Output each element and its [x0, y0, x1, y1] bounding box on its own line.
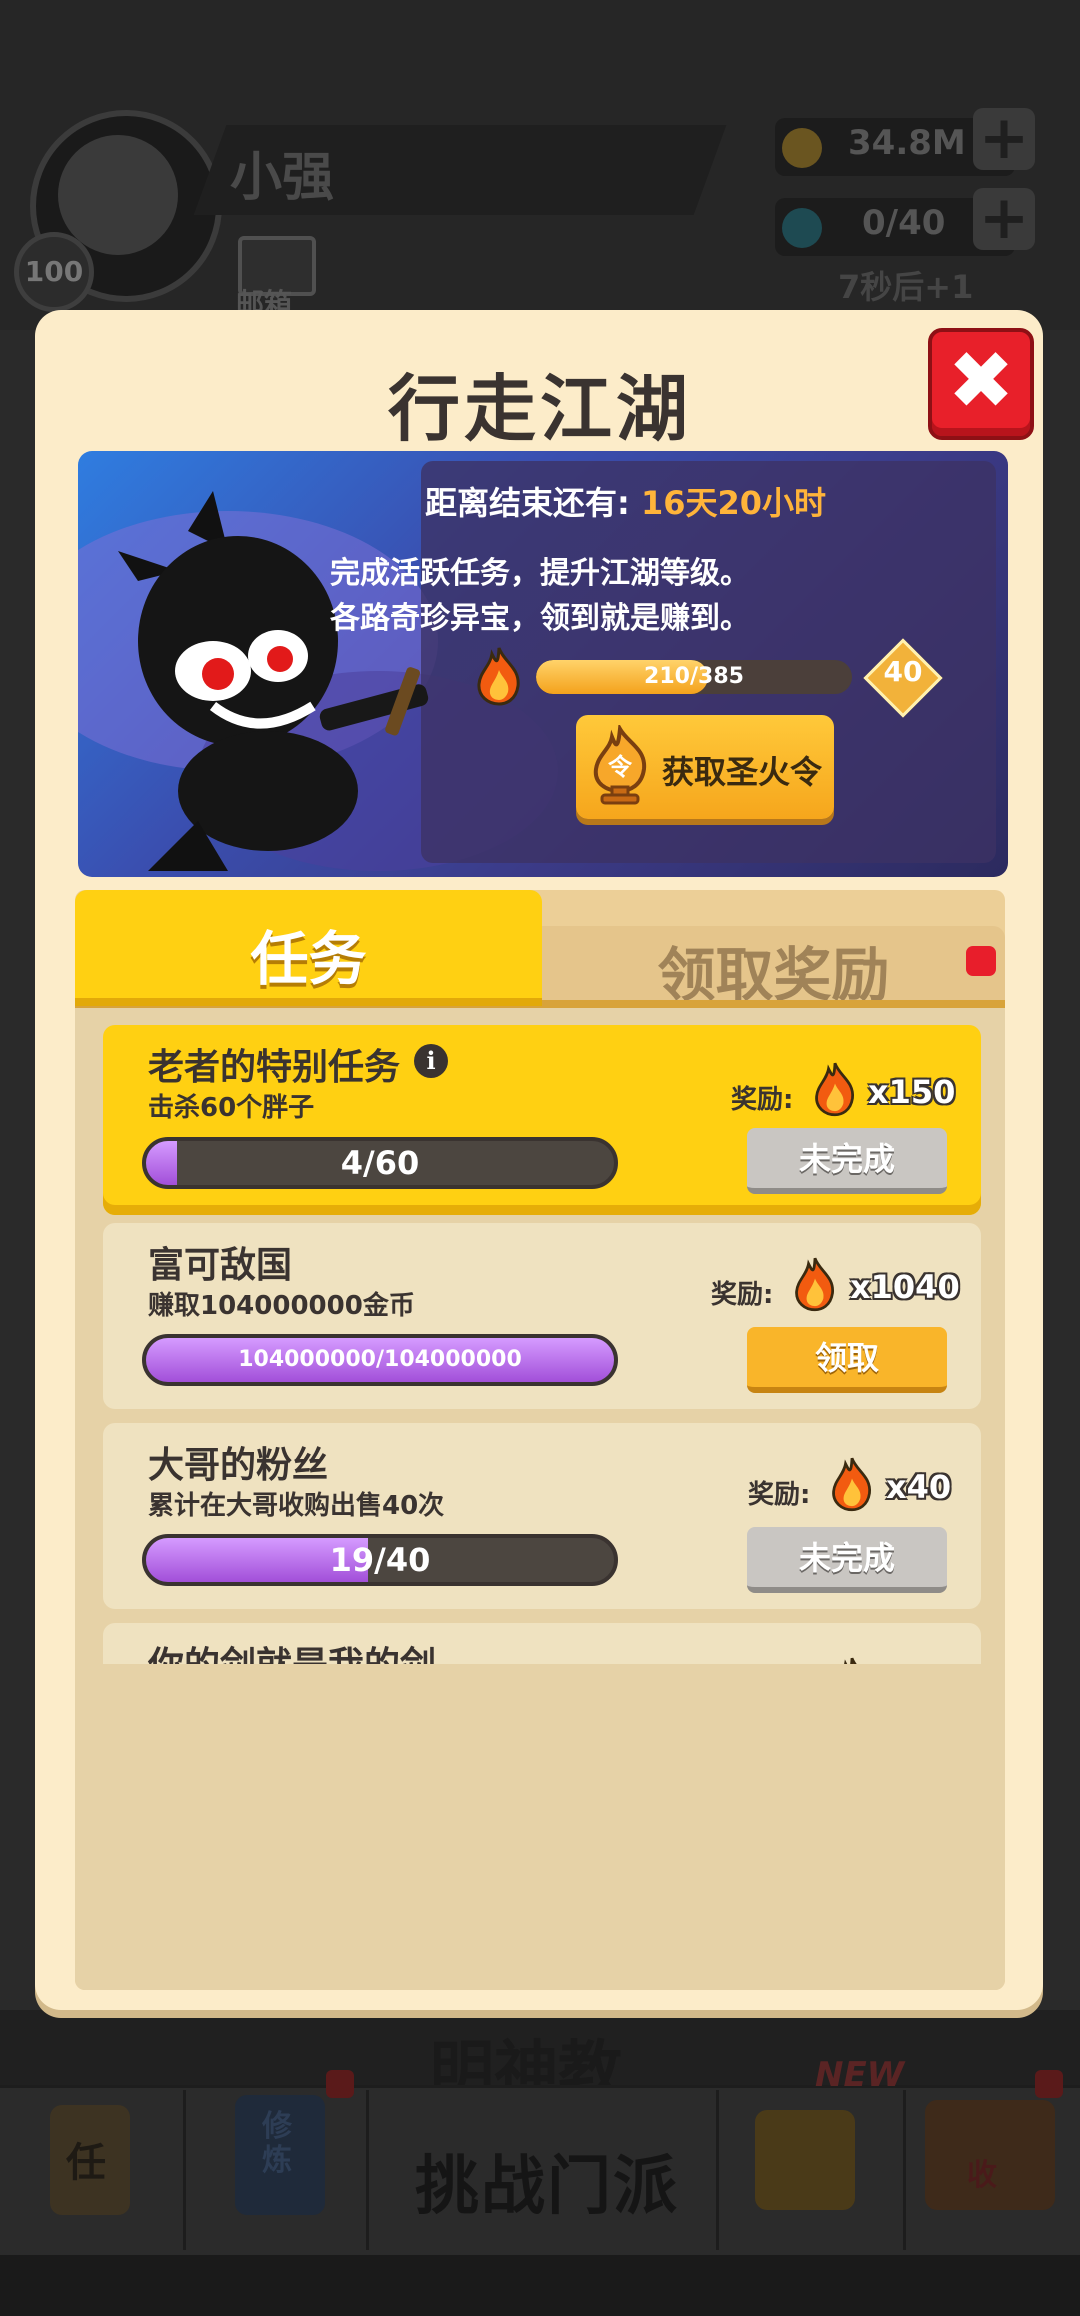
level-value: 40: [883, 655, 923, 688]
player-name: 小强: [230, 148, 335, 208]
new-tag: NEW: [815, 2055, 905, 2095]
countdown-label: 距离结束还有:: [425, 484, 630, 522]
level-progress-text: 210/385: [644, 664, 744, 689]
gold-amount: 34.8M: [848, 123, 966, 163]
countdown: 距离结束还有: 16天20小时: [425, 478, 826, 524]
nav-train-alert-dot: [326, 2070, 354, 2098]
countdown-value: 16天20小时: [640, 484, 827, 522]
nav-task-label: 任: [66, 2140, 106, 2186]
tab-tasks-label: 任务: [250, 925, 367, 993]
banner-desc-line-2: 各路奇珍异宝，领到就是赚到。: [330, 601, 750, 636]
nav-challenge-label: 挑战门派: [415, 2150, 679, 2224]
energy-regen-timer: 7秒后+1: [838, 268, 974, 306]
modal-title: 行走江湖: [387, 367, 692, 451]
close-x-icon: ✖: [947, 334, 1015, 427]
banner-desc-line-1: 完成活跃任务，提升江湖等级。: [330, 556, 750, 591]
token-icon-text: 令: [608, 753, 633, 781]
system-bottom-bar: [0, 2255, 1080, 2316]
holy-fire-token-icon: 令: [593, 725, 647, 805]
helmet-icon: [755, 2110, 855, 2210]
avatar-face: [58, 135, 178, 255]
player-level-badge: 100: [14, 232, 94, 312]
coin-icon: [782, 128, 822, 168]
nav-collect-alert-dot: [1035, 2070, 1063, 2098]
token-button-label: 获取圣火令: [662, 753, 823, 791]
close-button[interactable]: ✖: [928, 328, 1034, 440]
add-gold-plus-icon: +: [973, 108, 1035, 170]
gem-icon: [782, 208, 822, 248]
energy-amount: 0/40: [862, 203, 946, 243]
nav-train-label: 修炼: [262, 2109, 292, 2178]
add-energy-plus-icon: +: [973, 188, 1035, 250]
nav-collect-label: 收: [967, 2158, 997, 2193]
fire-icon: [477, 647, 520, 706]
tab-alert-dot: [966, 946, 996, 976]
